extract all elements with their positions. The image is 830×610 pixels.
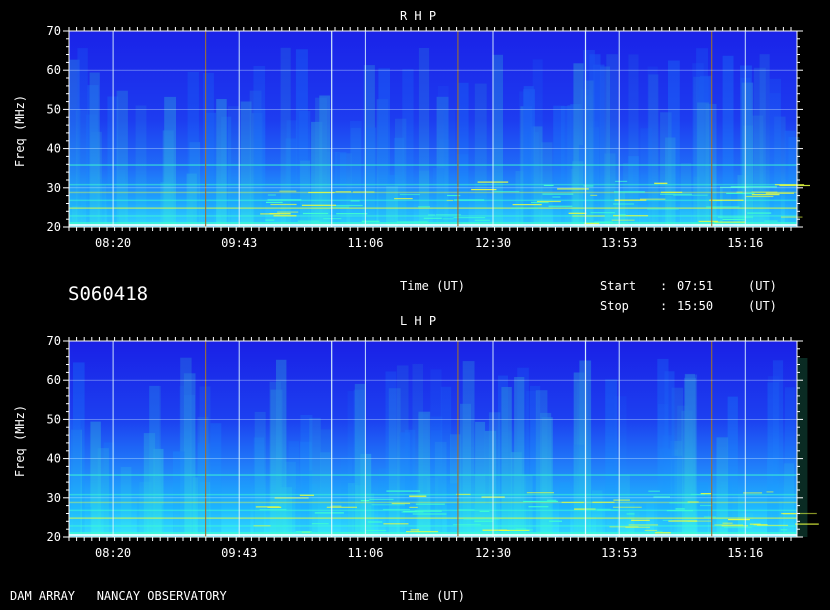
y-axis-label: Freq (MHz) xyxy=(13,405,27,477)
panel-title: R H P xyxy=(400,9,436,23)
low-cutoff-line xyxy=(69,224,797,226)
y-tick-label: 50 xyxy=(47,412,61,426)
x-tick-label: 12:30 xyxy=(475,546,511,560)
x-tick-label: 08:20 xyxy=(95,546,131,560)
x-tick-label: 13:53 xyxy=(601,236,637,250)
y-tick-label: 20 xyxy=(47,530,61,544)
y-tick-label: 40 xyxy=(47,452,61,466)
start-unit: (UT) xyxy=(748,279,777,293)
start-time: 07:51 xyxy=(677,279,714,293)
y-axis-label: Freq (MHz) xyxy=(13,95,27,167)
x-tick-label: 13:53 xyxy=(601,546,637,560)
y-tick-label: 70 xyxy=(47,24,61,38)
y-tick-label: 30 xyxy=(47,491,61,505)
lhp-spectrogram-panel: 20 30 40 50 60 70 08:20 09:43 11:06 12:30 13:53 15:… xyxy=(13,314,819,560)
date-code: S060418 xyxy=(68,283,149,305)
x-tick-label: 11:06 xyxy=(347,546,383,560)
start-label: Start xyxy=(600,279,637,293)
panel-title: L H P xyxy=(400,314,436,328)
x-tick-label: 09:43 xyxy=(221,236,257,250)
low-cutoff-line xyxy=(69,534,797,536)
y-tick-label: 20 xyxy=(47,220,61,234)
start-separator: : xyxy=(660,279,668,293)
x-tick-label: 09:43 xyxy=(221,546,257,560)
y-tick-label: 40 xyxy=(47,142,61,156)
time-axis-label-bottom: Time (UT) xyxy=(400,589,466,603)
x-tick-label: 11:06 xyxy=(347,236,383,250)
y-tick-label: 30 xyxy=(47,181,61,195)
y-tick-label: 60 xyxy=(47,373,61,387)
x-tick-label: 15:16 xyxy=(727,546,763,560)
y-tick-label: 70 xyxy=(47,334,61,348)
y-tick-label: 60 xyxy=(47,63,61,77)
stop-time: 15:50 xyxy=(677,299,714,313)
x-tick-label: 08:20 xyxy=(95,236,131,250)
y-tick-label: 50 xyxy=(47,102,61,116)
stop-label: Stop xyxy=(600,299,629,313)
x-tick-label: 15:16 xyxy=(727,236,763,250)
time-axis-label-top: Time (UT) xyxy=(400,279,466,293)
x-tick-label: 12:30 xyxy=(475,236,511,250)
rhp-spectrogram-panel: 20 30 40 50 60 70 08:20 09:43 11:06 12:30 13:53 15:… xyxy=(13,9,810,250)
stop-separator: : xyxy=(660,299,668,313)
stop-unit: (UT) xyxy=(748,299,777,313)
observatory-label: DAM ARRAY NANCAY OBSERVATORY xyxy=(10,589,227,603)
